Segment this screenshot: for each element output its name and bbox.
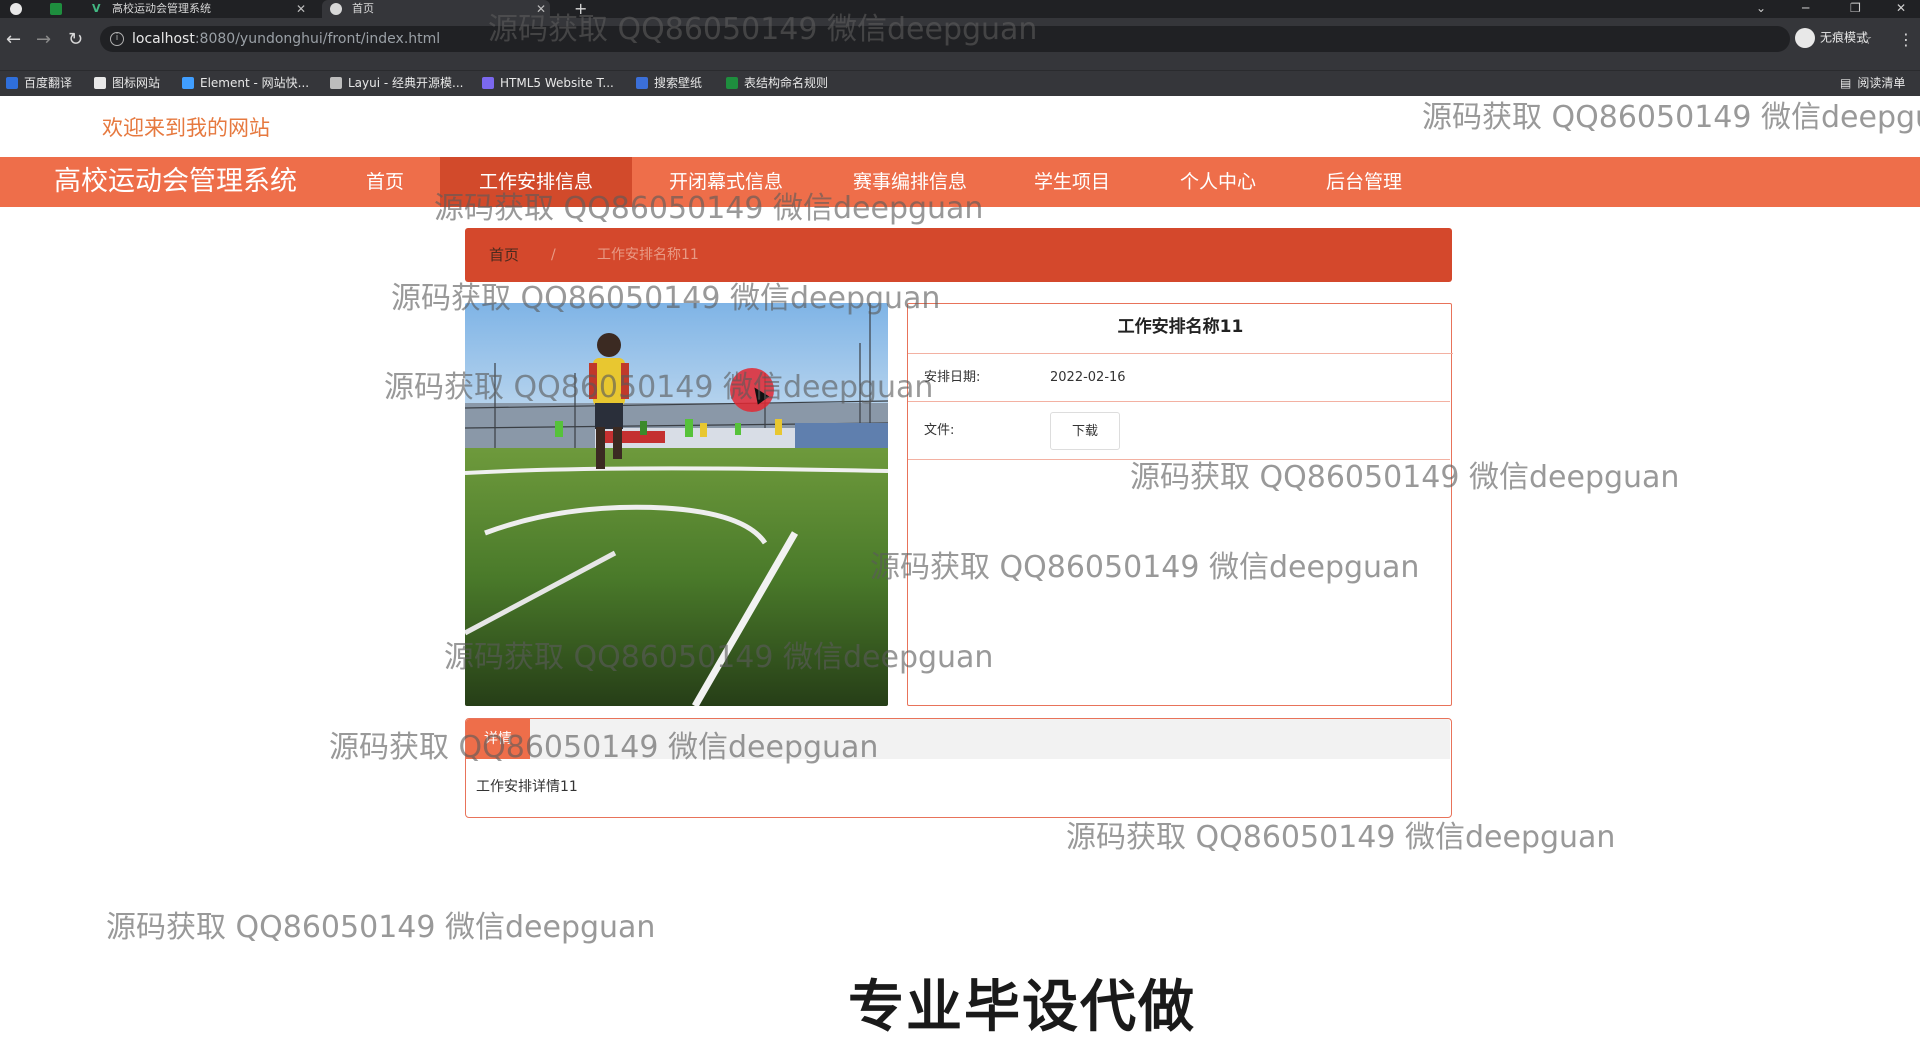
welcome-text: 欢迎来到我的网站	[102, 116, 270, 140]
site-info-icon[interactable]: i	[110, 32, 124, 46]
globe-icon	[330, 3, 342, 15]
watermark: 源码获取 QQ86050149 微信deepguan	[1066, 820, 1616, 855]
wallpaper-icon	[636, 77, 648, 89]
back-icon[interactable]: ←	[6, 30, 21, 50]
nav-item-profile[interactable]: 个人中心	[1170, 157, 1266, 207]
date-value: 2022-02-16	[1050, 370, 1126, 385]
watermark: 源码获取 QQ86050149 微信deepguan	[488, 12, 1038, 47]
bookmark-item[interactable]: Element - 网站快...	[182, 71, 309, 95]
table-icon	[726, 77, 738, 89]
date-row: 安排日期: 2022-02-16	[908, 354, 1450, 402]
nav-item-admin[interactable]: 后台管理	[1316, 157, 1412, 207]
site-brand[interactable]: 高校运动会管理系统	[54, 157, 297, 207]
vue-icon: V	[92, 2, 101, 15]
layui-icon	[330, 77, 342, 89]
watermark: 源码获取 QQ86050149 微信deepguan	[1130, 460, 1680, 495]
download-button[interactable]: 下载	[1050, 412, 1120, 450]
incognito-icon	[1795, 28, 1815, 48]
reading-list-icon: ▤	[1840, 76, 1852, 90]
flag-icon	[94, 77, 106, 89]
translate-icon	[6, 77, 18, 89]
bookmark-item[interactable]: 表结构命名规则	[726, 71, 828, 95]
bookmark-item[interactable]: 搜索壁纸	[636, 71, 702, 95]
watermark: 源码获取 QQ86050149 微信deepguan	[434, 191, 984, 226]
bookmark-item[interactable]: 图标网站	[94, 71, 160, 95]
bookmark-item[interactable]: Layui - 经典开源模...	[330, 71, 463, 95]
watermark: 源码获取 QQ86050149 微信deepguan	[391, 281, 941, 316]
watermark: 源码获取 QQ86050149 微信deepguan	[384, 370, 934, 405]
minimize-icon[interactable]: ─	[1802, 0, 1809, 16]
more-menu-icon[interactable]: ⋮	[1898, 30, 1914, 49]
element-icon	[182, 77, 194, 89]
work-schedule-title: 工作安排名称11	[908, 304, 1453, 354]
nav-item-student-events[interactable]: 学生项目	[1024, 157, 1120, 207]
watermark: 源码获取 QQ86050149 微信deepgu	[1422, 100, 1920, 135]
html5-icon	[482, 77, 494, 89]
close-icon[interactable]: ✕	[296, 0, 306, 18]
tab-label: 高校运动会管理系统	[112, 2, 211, 15]
file-label: 文件:	[924, 423, 955, 438]
spreadsheet-icon	[50, 3, 62, 15]
url-text[interactable]: localhost:8080/yundonghui/front/index.ht…	[132, 26, 440, 52]
forward-icon[interactable]: →	[36, 30, 51, 50]
tab-admin-system[interactable]: V 高校运动会管理系统 ✕	[90, 0, 314, 18]
bookmark-item[interactable]: HTML5 Website T...	[482, 71, 614, 95]
tab-search-icon[interactable]: ⌄	[1756, 0, 1766, 16]
nav-item-home[interactable]: 首页	[354, 157, 416, 207]
tab-label: 首页	[352, 2, 374, 15]
incognito-indicator[interactable]: 无痕模式	[1795, 28, 1868, 48]
detail-content: 工作安排详情11	[476, 779, 578, 795]
ad-banner-text: 专业毕设代做	[848, 975, 1196, 1040]
watermark: 源码获取 QQ86050149 微信deepguan	[870, 550, 1420, 585]
reload-icon[interactable]: ↻	[68, 30, 83, 50]
watermark: 源码获取 QQ86050149 微信deepguan	[106, 910, 656, 945]
watermark: 源码获取 QQ86050149 微信deepguan	[444, 640, 994, 675]
bookmark-item[interactable]: 百度翻译	[6, 71, 72, 95]
restore-icon[interactable]: ❐	[1850, 0, 1861, 16]
window-close-icon[interactable]: ✕	[1896, 0, 1906, 16]
chrome-icon	[10, 3, 22, 15]
watermark: 源码获取 QQ86050149 微信deepguan	[329, 730, 879, 765]
